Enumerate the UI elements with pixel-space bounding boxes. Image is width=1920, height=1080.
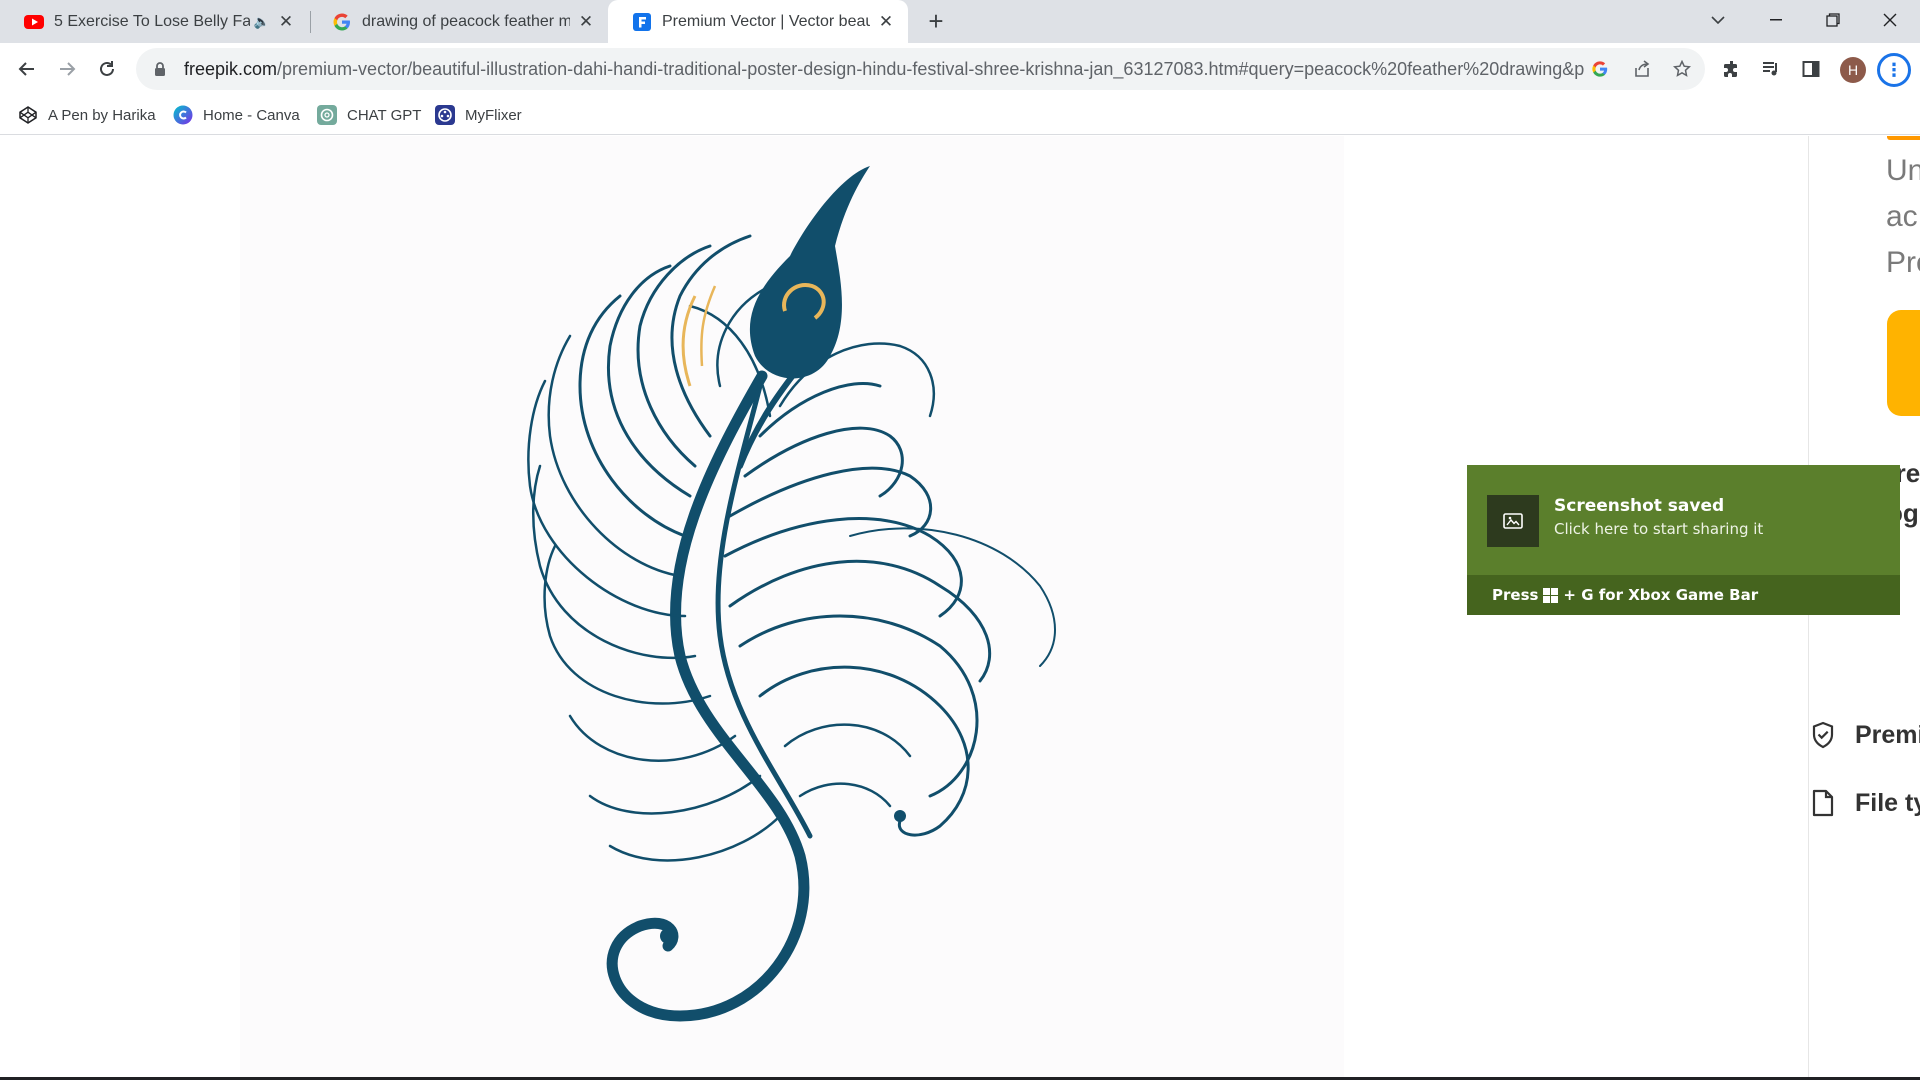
close-tab-icon[interactable]: ✕ (576, 12, 596, 32)
tab-search-button[interactable] (1692, 0, 1744, 40)
address-bar[interactable]: freepik.com/premium-vector/beautiful-ill… (136, 48, 1705, 90)
lock-icon[interactable] (150, 59, 170, 79)
game-bar-screenshot-icon (1487, 495, 1539, 547)
toast-footer-suffix: + G for Xbox Game Bar (1563, 586, 1759, 604)
minimize-button[interactable] (1750, 0, 1802, 40)
forward-button[interactable] (51, 53, 83, 85)
side-panel-icon[interactable] (1797, 55, 1825, 83)
bookmark-star-icon[interactable] (1670, 57, 1694, 81)
url-path: /premium-vector/beautiful-illustration-d… (277, 58, 1584, 79)
speaker-icon[interactable]: 🔈 (254, 14, 270, 30)
close-tab-icon[interactable]: ✕ (876, 12, 896, 32)
toast-footer: Press + G for Xbox Game Bar (1467, 575, 1900, 615)
new-tab-button[interactable]: + (921, 6, 951, 36)
image-preview-panel[interactable] (240, 136, 1344, 1077)
share-icon[interactable] (1630, 57, 1654, 81)
media-control-icon[interactable] (1757, 55, 1785, 83)
tab-youtube[interactable]: 5 Exercise To Lose Belly Fat | 🔈 ✕ (0, 0, 308, 43)
sidebar-item-file-type: File ty (1809, 786, 1920, 820)
bookmark-label: A Pen by Harika (48, 106, 156, 124)
tab-title: Premium Vector | Vector beautif (662, 12, 870, 30)
download-button[interactable] (1887, 310, 1920, 416)
freepik-icon (632, 12, 652, 32)
profile-avatar[interactable]: H (1840, 57, 1866, 83)
extensions-icon[interactable] (1718, 55, 1746, 83)
bookmark-label: CHAT GPT (347, 106, 422, 124)
bookmark-myflixer[interactable]: MyFlixer (435, 103, 522, 127)
close-window-button[interactable] (1864, 0, 1916, 40)
close-tab-icon[interactable]: ✕ (276, 12, 296, 32)
google-icon (332, 12, 352, 32)
sidebar-text-line: Un (1886, 154, 1920, 187)
tab-title: 5 Exercise To Lose Belly Fat | (54, 12, 250, 30)
myflixer-icon (435, 105, 455, 125)
sidebar-item-premium: Premi (1809, 718, 1920, 752)
url-text[interactable]: freepik.com/premium-vector/beautiful-ill… (184, 59, 1584, 80)
bookmark-codepen[interactable]: A Pen by Harika (18, 103, 156, 127)
toast-subtitle: Click here to start sharing it (1554, 520, 1764, 538)
peacock-feather-illustration (527, 166, 1056, 1022)
sidebar-item-label: Premi (1855, 720, 1920, 749)
toast-title: Screenshot saved (1554, 496, 1725, 516)
menu-kebab-icon[interactable]: ⋮ (1877, 53, 1911, 87)
toast-footer-prefix: Press (1492, 586, 1539, 604)
bookmark-chatgpt[interactable]: CHAT GPT (317, 103, 421, 127)
sidebar-item-label: File ty (1855, 788, 1920, 817)
codepen-icon (18, 105, 38, 125)
bookmark-label: MyFlixer (465, 106, 522, 124)
tab-title: drawing of peacock feather man (362, 12, 570, 30)
back-button[interactable] (11, 53, 43, 85)
canva-icon (173, 105, 193, 125)
browser-toolbar: freepik.com/premium-vector/beautiful-ill… (0, 43, 1920, 95)
windows-key-icon (1543, 587, 1559, 603)
file-icon (1809, 788, 1837, 818)
shield-check-icon (1809, 720, 1837, 750)
sidebar-text-line: ac (1886, 200, 1918, 233)
youtube-icon (24, 12, 44, 32)
tab-strip: 5 Exercise To Lose Belly Fat | 🔈 ✕ drawi… (0, 0, 1920, 43)
tab-google[interactable]: drawing of peacock feather man ✕ (308, 0, 608, 43)
bookmark-label: Home - Canva (203, 106, 300, 124)
sidebar-text-line: Pre (1886, 246, 1920, 279)
bookmarks-bar: A Pen by Harika Home - Canva CHAT GPT My… (0, 95, 1920, 135)
restore-button[interactable] (1807, 0, 1859, 40)
openai-icon (317, 105, 337, 125)
sidebar-accent (1887, 136, 1920, 140)
screenshot-saved-toast[interactable]: Screenshot saved Click here to start sha… (1467, 465, 1900, 615)
bookmark-canva[interactable]: Home - Canva (173, 103, 300, 127)
url-host: freepik.com (184, 58, 278, 79)
google-lens-icon[interactable] (1588, 57, 1612, 81)
tab-freepik[interactable]: Premium Vector | Vector beautif ✕ (608, 0, 908, 43)
reload-button[interactable] (91, 53, 123, 85)
